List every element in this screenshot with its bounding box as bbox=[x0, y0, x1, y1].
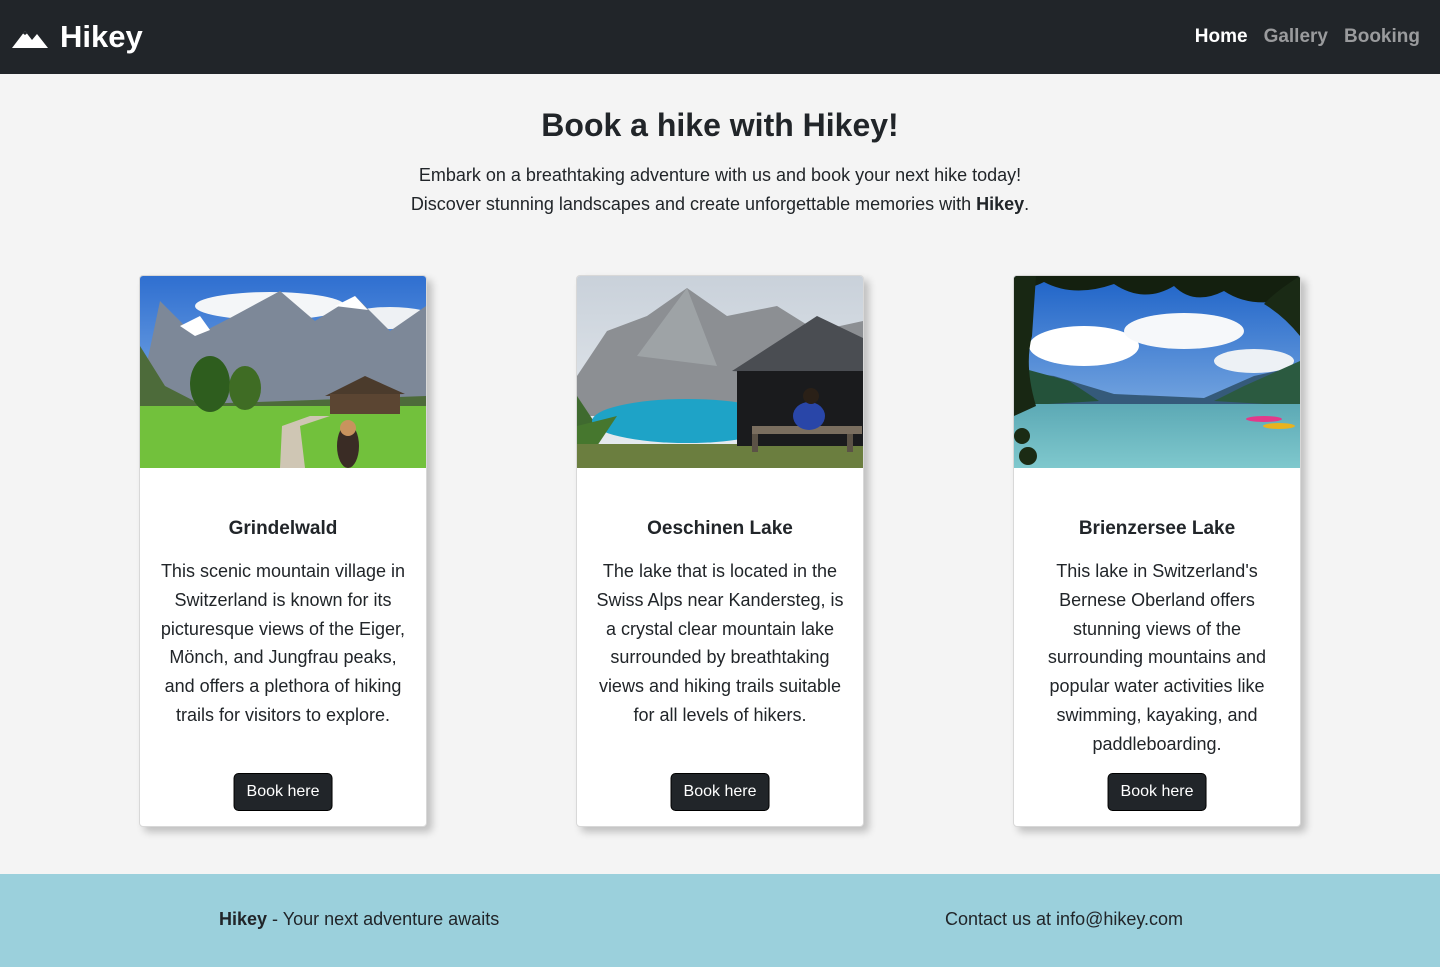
hero-line-2-prefix: Discover stunning landscapes and create … bbox=[410, 194, 977, 214]
hero-brand-name: Hikey bbox=[976, 194, 1025, 214]
nav-link-gallery[interactable]: Gallery bbox=[1264, 26, 1328, 48]
grindelwald-photo bbox=[140, 276, 426, 468]
brienzersee-lake-photo bbox=[1014, 276, 1300, 468]
hero-description: Embark on a breathtaking adventure with … bbox=[0, 161, 1440, 219]
navbar: Hikey Home Gallery Booking bbox=[0, 0, 1440, 74]
hero-line-1: Embark on a breathtaking adventure with … bbox=[418, 165, 1022, 185]
card-description: This scenic mountain village in Switzerl… bbox=[160, 561, 406, 725]
mountain-icon bbox=[12, 31, 48, 48]
hike-cards: Grindelwald This scenic mountain village… bbox=[0, 219, 1440, 839]
card-grindelwald: Grindelwald This scenic mountain village… bbox=[139, 275, 427, 827]
oeschinen-lake-photo bbox=[577, 276, 863, 468]
card-description: The lake that is located in the Swiss Al… bbox=[596, 561, 844, 725]
card-title: Oeschinen Lake bbox=[647, 518, 793, 539]
footer-tagline-text: - Your next adventure awaits bbox=[267, 909, 500, 929]
footer: Hikey - Your next adventure awaits Conta… bbox=[0, 874, 1440, 967]
footer-contact: Contact us at info@hikey.com bbox=[945, 909, 1184, 929]
card-title: Grindelwald bbox=[228, 518, 338, 539]
card-title: Brienzersee Lake bbox=[1078, 518, 1236, 539]
hero-section: Book a hike with Hikey! Embark on a brea… bbox=[0, 74, 1440, 219]
book-button-oeschinen-lake[interactable]: Book here bbox=[670, 773, 770, 811]
nav-link-home[interactable]: Home bbox=[1195, 26, 1248, 48]
brand-name: Hikey bbox=[60, 19, 143, 54]
footer-tagline: Hikey - Your next adventure awaits bbox=[219, 909, 499, 930]
nav-links: Home Gallery Booking bbox=[1195, 26, 1420, 48]
page-title: Book a hike with Hikey! bbox=[541, 107, 899, 143]
book-button-grindelwald[interactable]: Book here bbox=[233, 773, 333, 811]
nav-link-booking[interactable]: Booking bbox=[1344, 26, 1420, 48]
footer-brand: Hikey bbox=[219, 909, 268, 929]
book-button-brienzersee-lake[interactable]: Book here bbox=[1107, 773, 1207, 811]
card-brienzersee-lake: Brienzersee Lake This lake in Switzerlan… bbox=[1013, 275, 1301, 827]
hero-line-2-suffix: . bbox=[1024, 194, 1030, 214]
brand[interactable]: Hikey bbox=[12, 19, 143, 55]
card-oeschinen-lake: Oeschinen Lake The lake that is located … bbox=[576, 275, 864, 827]
card-description: This lake in Switzerland's Bernese Oberl… bbox=[1047, 561, 1267, 754]
